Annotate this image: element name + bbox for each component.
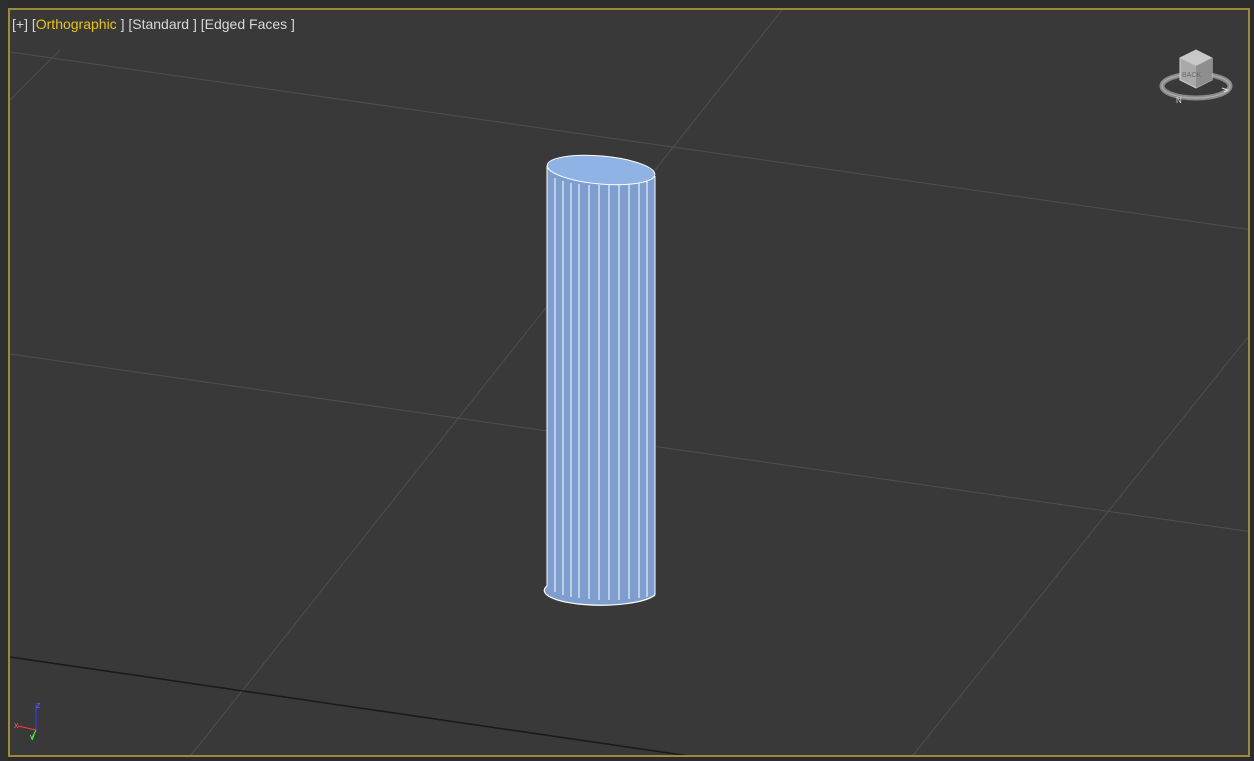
viewport-menu-button[interactable]: [+] — [12, 16, 28, 32]
bracket-close: ] — [287, 16, 295, 32]
cylinder-object[interactable] — [543, 151, 656, 606]
compass-north-label: N — [1176, 96, 1182, 105]
grid-line — [912, 336, 1248, 755]
y-axis-label: y — [30, 732, 35, 740]
x-axis-label: x — [14, 720, 19, 730]
view-type-label[interactable]: Orthographic — [36, 16, 117, 32]
grid-line — [10, 49, 61, 101]
z-axis-label: z — [36, 700, 41, 710]
viewcube-icon[interactable]: BACK N — [1158, 44, 1238, 114]
bracket-close: ] — [116, 16, 125, 32]
orthographic-viewport[interactable]: [+] [Orthographic ] [Standard ] [Edged F… — [8, 8, 1250, 757]
edge-mode-label[interactable]: Edged Faces — [205, 16, 288, 32]
axis-tripod-icon: z x y — [14, 700, 41, 740]
grid-line — [190, 10, 783, 755]
viewport-label-bar: [+] [Orthographic ] [Standard ] [Edged F… — [12, 16, 295, 32]
viewport-frame: [+] [Orthographic ] [Standard ] [Edged F… — [0, 0, 1254, 761]
grid-boundary-line — [10, 656, 688, 755]
viewcube-face-label: BACK — [1182, 72, 1201, 79]
bracket-close: ] — [189, 16, 197, 32]
left-panel-edge — [0, 0, 8, 761]
viewport-scene[interactable] — [10, 10, 1250, 757]
shading-mode-label[interactable]: Standard — [132, 16, 189, 32]
